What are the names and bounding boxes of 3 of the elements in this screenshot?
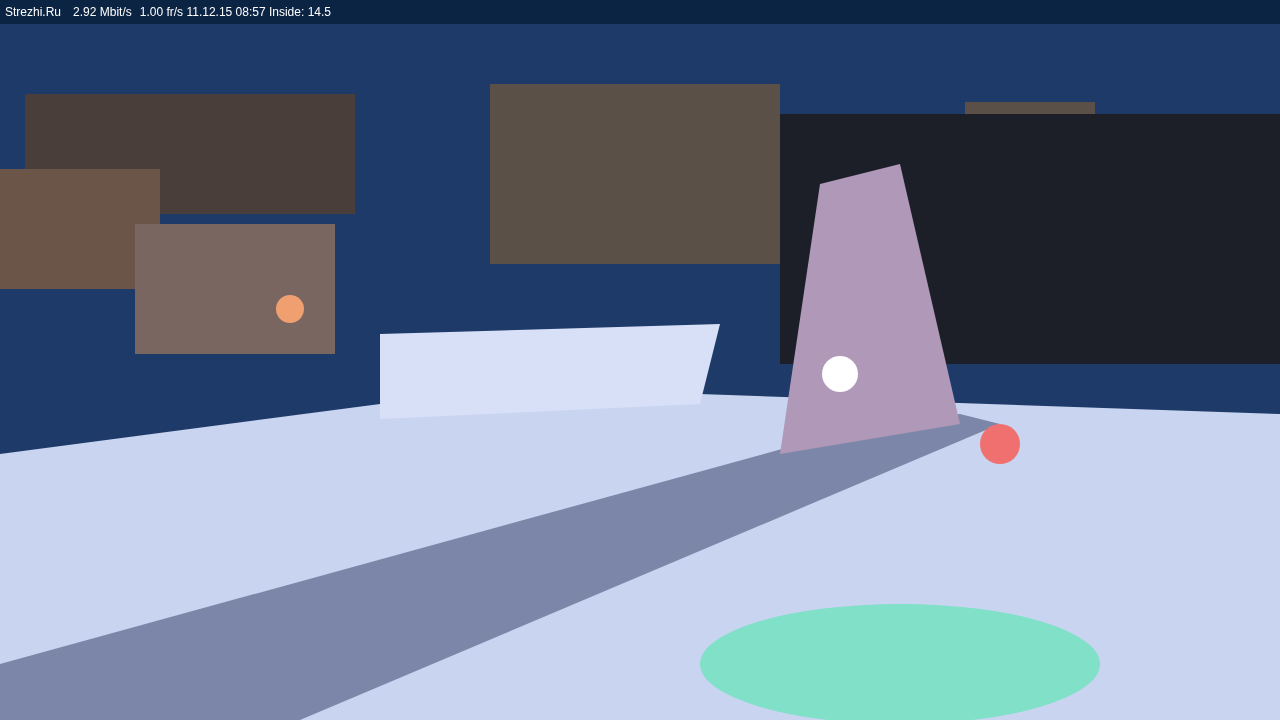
site-label: Strezhi.Ru [5, 4, 62, 21]
stream-info-label: 1.00 fr/s 11.12.15 08:57 Inside: 14.5 [139, 4, 331, 21]
bitrate-label: 2.92 Mbit/s [73, 4, 132, 21]
